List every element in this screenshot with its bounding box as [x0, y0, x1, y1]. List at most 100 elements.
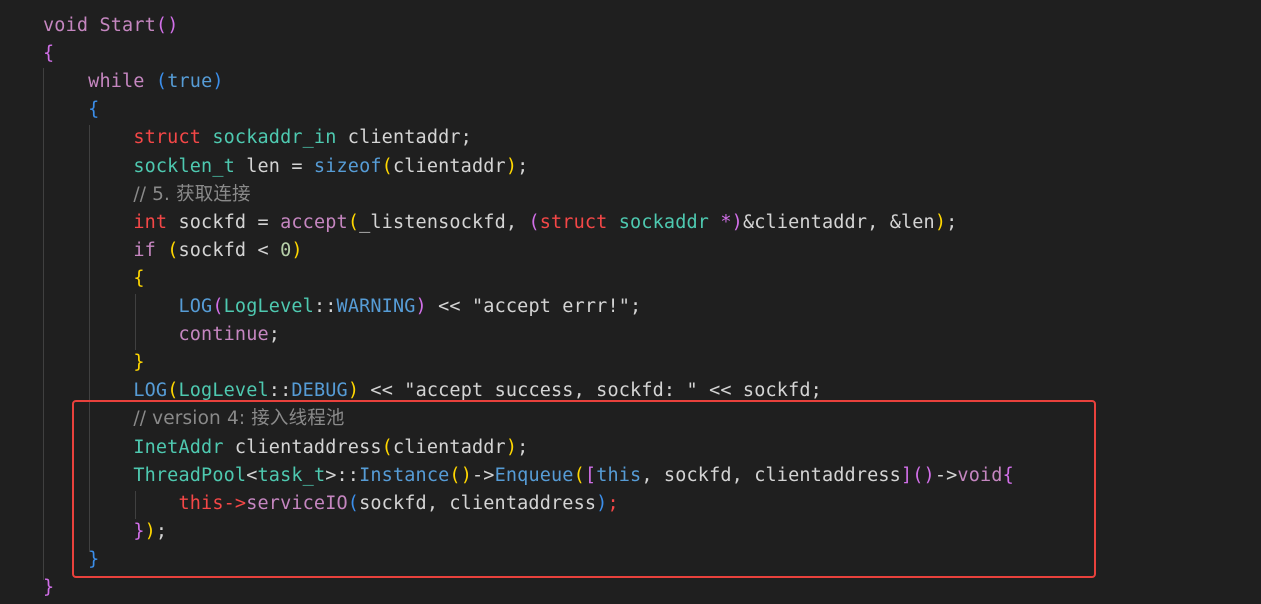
code-token: () [912, 464, 935, 486]
code-token: * [709, 211, 732, 233]
code-line[interactable]: ThreadPool<task_t>::Instance()->Enqueue(… [43, 462, 1014, 490]
code-line[interactable]: } [43, 349, 145, 377]
code-token: ( [212, 296, 224, 317]
code-token: >:: [325, 464, 360, 486]
code-token: socklen_t [133, 155, 235, 177]
code-token: :: [313, 296, 337, 317]
code-line[interactable]: while (true) [43, 68, 224, 96]
code-line[interactable]: }); [43, 518, 167, 546]
code-token: << [426, 296, 472, 317]
code-token: sockfd < [178, 239, 281, 261]
code-token: -> [934, 464, 958, 486]
code-token: ; [268, 324, 281, 346]
code-token: { [43, 43, 55, 65]
code-token: :: [268, 380, 292, 402]
code-token: 0 [280, 239, 292, 261]
code-token: clientaddr [392, 436, 506, 458]
code-token: ( [528, 211, 540, 233]
code-token: , sockfd, clientaddress [641, 464, 901, 486]
code-line[interactable]: socklen_t len = sizeof(clientaddr); [43, 153, 528, 181]
code-token: ) [596, 492, 608, 514]
code-token: &clientaddr, &len [742, 211, 935, 233]
code-token: << sockfd; [697, 380, 822, 402]
code-editor[interactable]: void Start() { while (true) { struct sock… [0, 0, 1261, 604]
code-token: ( [347, 211, 360, 233]
code-line[interactable]: this->serviceIO(sockfd, clientaddress); [43, 490, 619, 518]
code-line[interactable]: } [43, 546, 99, 574]
code-token: void [43, 15, 89, 36]
code-token: LOG [178, 296, 213, 317]
code-token: sockfd = [167, 211, 281, 233]
code-token: -> [472, 464, 495, 486]
code-line[interactable]: InetAddr clientaddress(clientaddr); [43, 434, 528, 462]
code-token: _listensockfd, [359, 211, 529, 233]
code-token: ( [381, 155, 393, 177]
code-token: this [178, 492, 224, 514]
code-token: ) [505, 155, 518, 177]
code-token: // version 4: 接入线程池 [133, 408, 345, 430]
code-token: sockaddr [618, 211, 710, 233]
code-line[interactable]: { [43, 265, 145, 293]
code-line[interactable]: } [43, 574, 54, 602]
code-token: task_t [257, 464, 326, 486]
code-token: } [88, 548, 100, 570]
code-token: "accept errr!" [472, 296, 631, 317]
code-line[interactable]: int sockfd = accept(_listensockfd, (stru… [43, 209, 957, 237]
code-token: } [133, 352, 145, 374]
code-token: len = [234, 155, 314, 177]
code-token: ) [415, 296, 427, 317]
code-token: accept [280, 211, 348, 233]
code-token: ( [347, 492, 360, 514]
code-token: DEBUG [291, 380, 348, 402]
code-token: LogLevel [223, 296, 314, 317]
code-token: sockfd, clientaddress [359, 492, 597, 514]
code-line[interactable]: LOG(LogLevel::WARNING) << "accept errr!"… [43, 293, 641, 321]
code-line[interactable]: struct sockaddr_in clientaddr; [43, 124, 472, 152]
code-token: ; [155, 520, 168, 542]
code-token: () [449, 464, 472, 486]
code-token: "accept success, sockfd: " [404, 380, 698, 402]
code-token: -> [223, 492, 247, 514]
code-line[interactable]: // version 4: 接入线程池 [43, 405, 345, 433]
code-token: sockaddr_in [212, 127, 337, 149]
code-token: ) [934, 211, 947, 233]
code-token: this [596, 464, 642, 486]
code-token: int [133, 211, 168, 233]
code-line[interactable]: continue; [43, 321, 280, 349]
code-token: } [43, 577, 55, 598]
code-token: ; [517, 155, 529, 177]
code-token: ( [155, 71, 168, 93]
code-line[interactable]: LOG(LogLevel::DEBUG) << "accept success,… [43, 377, 822, 405]
code-line[interactable]: void Start() [43, 12, 178, 40]
code-token: ) [291, 239, 303, 261]
code-token: clientaddress [234, 436, 382, 458]
code-token: // 5. 获取连接 [133, 183, 251, 205]
code-token: ( [573, 464, 585, 486]
code-token: ; [946, 211, 958, 233]
code-token: ) [505, 436, 518, 458]
code-line[interactable]: // 5. 获取连接 [43, 181, 251, 209]
code-token: ; [607, 492, 619, 514]
code-line[interactable]: { [43, 96, 99, 124]
code-line[interactable]: { [43, 40, 54, 68]
code-token: ( [381, 436, 393, 458]
code-token: Instance [359, 464, 450, 486]
code-token: struct [133, 127, 202, 149]
code-token: () [155, 15, 179, 36]
code-token: ( [167, 380, 179, 402]
code-line[interactable]: if (sockfd < 0) [43, 237, 303, 265]
code-token: << [359, 380, 405, 402]
code-token: ) [212, 71, 224, 93]
